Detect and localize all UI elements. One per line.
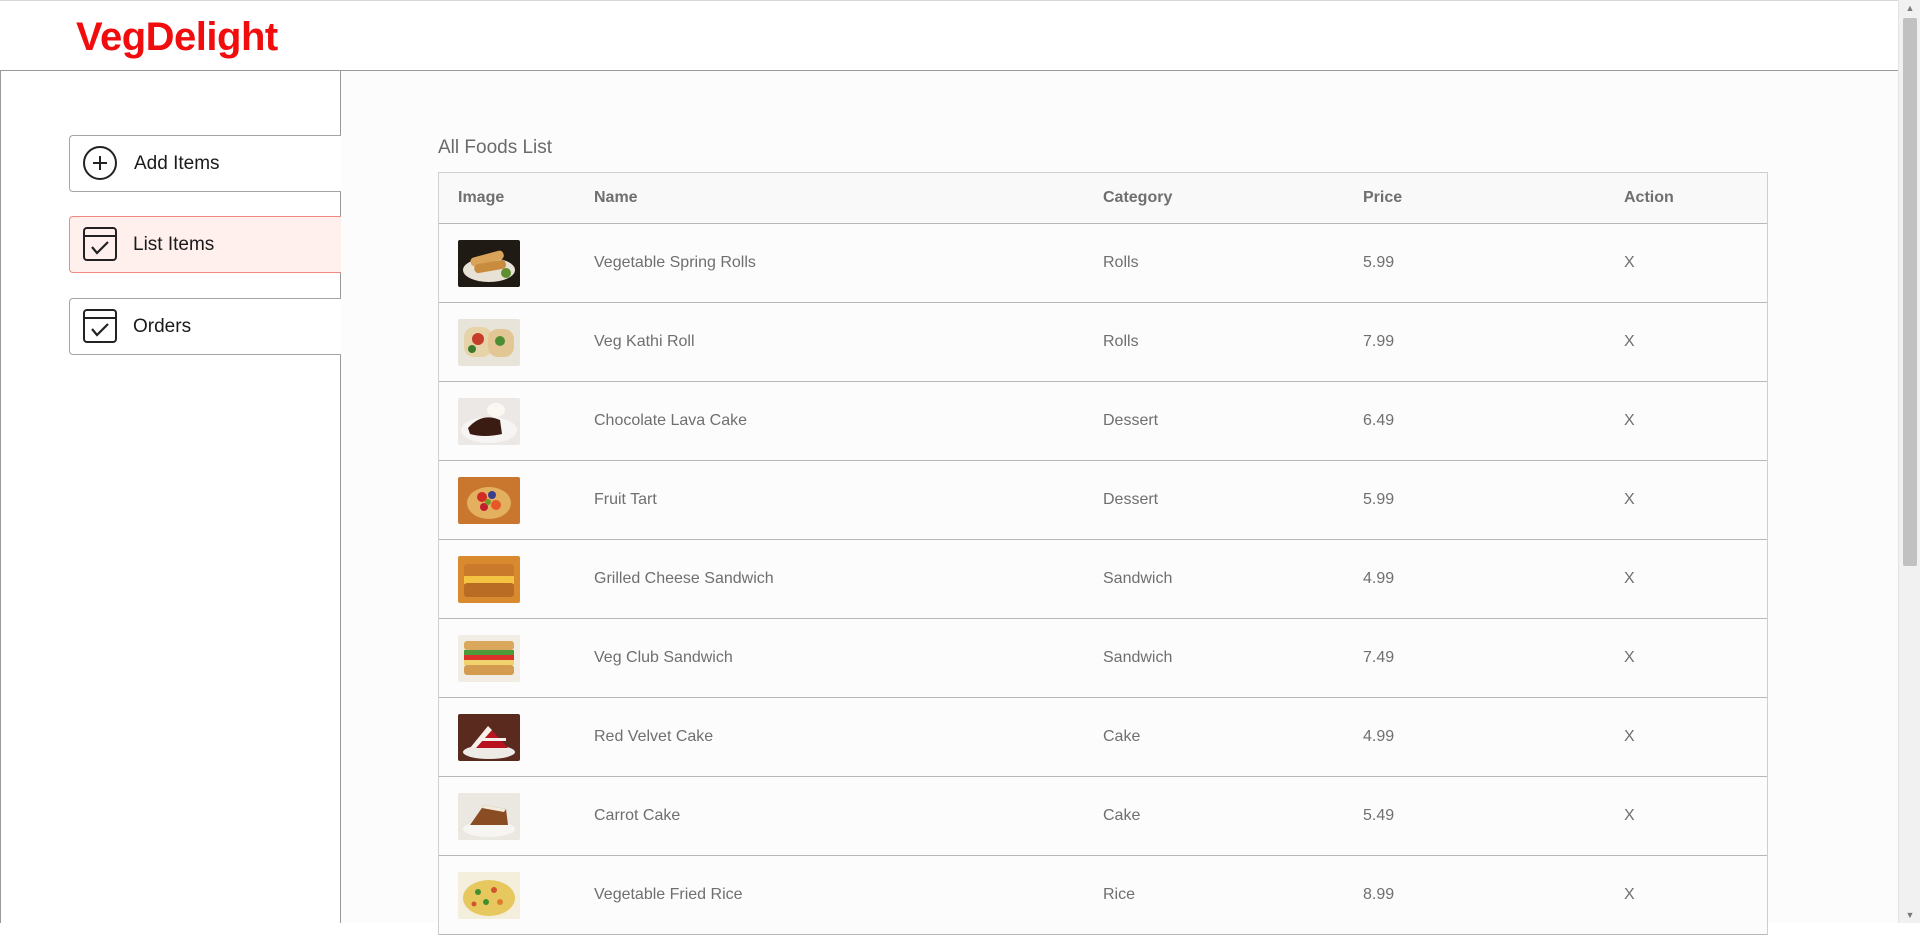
checklist-icon — [83, 227, 117, 261]
table-row: Vegetable Fried Rice Rice 8.99 X — [439, 856, 1767, 935]
column-header-image: Image — [458, 189, 505, 206]
food-name: Vegetable Spring Rolls — [594, 254, 756, 271]
table-header-row: Image Name Category Price Action — [439, 172, 1767, 224]
remove-item-button[interactable]: X — [1624, 777, 1635, 855]
column-header-price: Price — [1363, 189, 1403, 206]
remove-item-button[interactable]: X — [1624, 461, 1635, 539]
food-price: 5.99 — [1363, 254, 1395, 271]
top-navbar: VegDelight — [0, 0, 1898, 71]
food-category: Sandwich — [1103, 649, 1173, 666]
grilled-cheese-photo — [458, 555, 520, 603]
table-row: Red Velvet Cake Cake 4.99 X — [439, 698, 1767, 777]
food-price: 7.99 — [1363, 333, 1395, 350]
food-price: 4.99 — [1363, 728, 1395, 745]
remove-item-button[interactable]: X — [1624, 698, 1635, 776]
main-content: All Foods List Image Name Category Price… — [341, 71, 1898, 935]
red-velvet-photo — [458, 713, 520, 761]
scroll-up-icon[interactable]: ▲ — [1899, 0, 1920, 16]
food-category: Cake — [1103, 807, 1141, 824]
food-category: Dessert — [1103, 412, 1159, 429]
fried-rice-photo — [458, 871, 520, 919]
food-price: 5.99 — [1363, 491, 1395, 508]
food-name: Carrot Cake — [594, 807, 681, 824]
food-category: Sandwich — [1103, 570, 1173, 587]
sidebar-item-label: Orders — [133, 316, 192, 337]
sidebar-item-orders[interactable]: Orders — [69, 298, 342, 355]
table-row: Chocolate Lava Cake Dessert 6.49 X — [439, 382, 1767, 461]
food-category: Dessert — [1103, 491, 1159, 508]
kathi-roll-photo — [458, 318, 520, 366]
food-name: Vegetable Fried Rice — [594, 886, 743, 903]
food-name: Red Velvet Cake — [594, 728, 714, 745]
food-category: Rice — [1103, 886, 1136, 903]
remove-item-button[interactable]: X — [1624, 856, 1635, 934]
table-row: Carrot Cake Cake 5.49 X — [439, 777, 1767, 856]
food-category: Cake — [1103, 728, 1141, 745]
sidebar-item-label: Add Items — [134, 153, 220, 174]
plus-circle-icon — [83, 146, 117, 180]
checklist-icon — [83, 309, 117, 343]
sidebar-item-add-items[interactable]: Add Items — [69, 135, 342, 192]
food-name: Veg Club Sandwich — [594, 649, 733, 666]
table-row: Veg Kathi Roll Rolls 7.99 X — [439, 303, 1767, 382]
remove-item-button[interactable]: X — [1624, 303, 1635, 381]
vertical-scrollbar[interactable]: ▲ ▼ — [1898, 0, 1920, 923]
carrot-cake-photo — [458, 792, 520, 840]
sidebar-item-label: List Items — [133, 234, 215, 255]
food-price: 7.49 — [1363, 649, 1395, 666]
sidebar: Add Items List Items Orders — [0, 71, 342, 923]
food-category: Rolls — [1103, 333, 1139, 350]
remove-item-button[interactable]: X — [1624, 224, 1635, 302]
column-header-name: Name — [594, 189, 638, 206]
column-header-category: Category — [1103, 189, 1173, 206]
sidebar-item-list-items[interactable]: List Items — [69, 216, 342, 273]
food-price: 6.49 — [1363, 412, 1395, 429]
scrollbar-thumb[interactable] — [1903, 18, 1917, 566]
remove-item-button[interactable]: X — [1624, 619, 1635, 697]
table-row: Grilled Cheese Sandwich Sandwich 4.99 X — [439, 540, 1767, 619]
page-title: All Foods List — [438, 137, 553, 158]
spring-rolls-photo — [458, 239, 520, 287]
club-sandwich-photo — [458, 634, 520, 682]
food-price: 5.49 — [1363, 807, 1395, 824]
food-price: 4.99 — [1363, 570, 1395, 587]
food-name: Fruit Tart — [594, 491, 657, 508]
table-row: Fruit Tart Dessert 5.99 X — [439, 461, 1767, 540]
foods-table: Image Name Category Price Action Vegetab… — [438, 172, 1768, 935]
scroll-down-icon[interactable]: ▼ — [1899, 907, 1920, 923]
food-name: Veg Kathi Roll — [594, 333, 695, 350]
food-price: 8.99 — [1363, 886, 1395, 903]
food-category: Rolls — [1103, 254, 1139, 271]
table-row: Veg Club Sandwich Sandwich 7.49 X — [439, 619, 1767, 698]
column-header-action: Action — [1624, 189, 1674, 206]
fruit-tart-photo — [458, 476, 520, 524]
food-name: Grilled Cheese Sandwich — [594, 570, 774, 587]
table-row: Vegetable Spring Rolls Rolls 5.99 X — [439, 224, 1767, 303]
lava-cake-photo — [458, 397, 520, 445]
remove-item-button[interactable]: X — [1624, 382, 1635, 460]
remove-item-button[interactable]: X — [1624, 540, 1635, 618]
brand-logo[interactable]: VegDelight — [76, 15, 278, 60]
food-name: Chocolate Lava Cake — [594, 412, 747, 429]
